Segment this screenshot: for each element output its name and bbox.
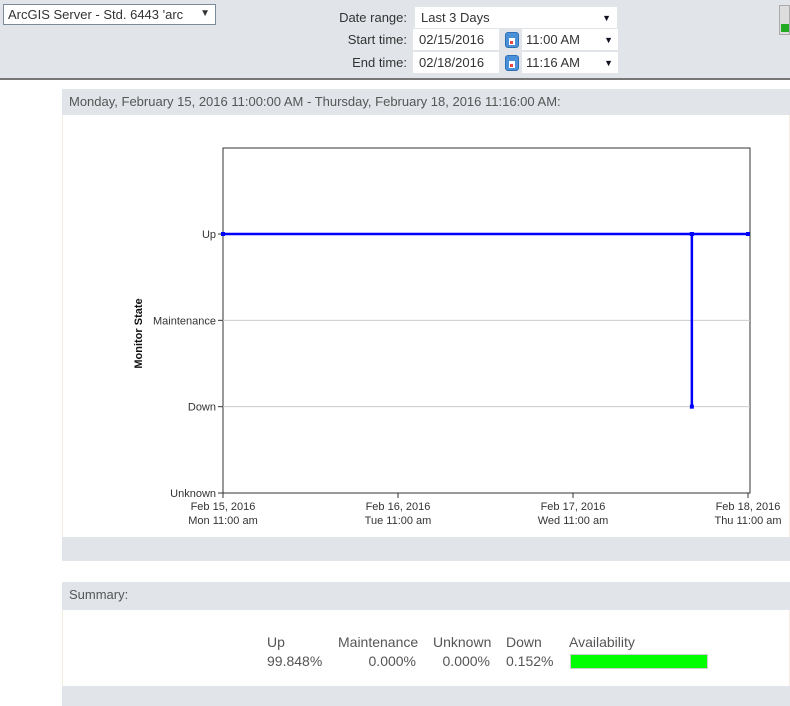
calendar-icon[interactable] (505, 32, 519, 48)
y-axis-label: Monitor State (133, 298, 145, 368)
end-date-input[interactable]: 02/18/2016 (413, 52, 499, 73)
chevron-down-icon: ▼ (200, 8, 210, 19)
start-time-select[interactable]: 11:00 AM ▼ (522, 29, 618, 50)
end-time-select[interactable]: 11:16 AM ▼ (522, 52, 618, 73)
summary-col-down: Down (506, 634, 542, 650)
chevron-down-icon: ▼ (602, 13, 611, 23)
availability-bar-fill (570, 654, 708, 669)
x-tick-label: Feb 15, 2016 (191, 501, 256, 513)
data-point (689, 404, 694, 409)
start-time-value: 11:00 AM (526, 32, 580, 47)
calendar-icon[interactable] (505, 55, 519, 71)
x-tick-label: Feb 18, 2016 (716, 501, 781, 513)
summary-value-maintenance: 0.000% (368, 653, 416, 669)
chart-panel-footer (62, 537, 790, 561)
monitor-select[interactable]: ArcGIS Server - Std. 6443 'arc ▼ (3, 4, 216, 25)
summary-body: Up Maintenance Unknown Down Availability… (62, 610, 790, 686)
summary-col-up: Up (267, 634, 285, 650)
availability-bar (570, 654, 708, 669)
data-point (746, 232, 750, 236)
y-tick-label: Unknown (170, 488, 216, 500)
chart-panel-header: Monday, February 15, 2016 11:00:00 AM - … (62, 89, 790, 115)
chart-panel: Monday, February 15, 2016 11:00:00 AM - … (62, 89, 790, 561)
monitor-state-chart: Unknown Down Maintenance Up Monitor State Feb… (133, 147, 782, 527)
x-tick-label: Thu 11:00 am (714, 515, 781, 527)
y-tick-label: Maintenance (153, 315, 216, 327)
summary-col-availability: Availability (569, 634, 635, 650)
start-time-label: Start time: (347, 32, 407, 47)
y-tick-label: Up (202, 229, 216, 241)
summary-col-maintenance: Maintenance (338, 634, 419, 650)
x-tick-label: Feb 16, 2016 (366, 501, 431, 513)
summary-col-unknown: Unknown (433, 634, 492, 650)
summary-value-unknown: 0.000% (442, 653, 490, 669)
x-tick-label: Feb 17, 2016 (541, 501, 606, 513)
summary-header: Summary: (62, 582, 790, 610)
start-date-input[interactable]: 02/15/2016 (413, 29, 499, 50)
chart-area: Unknown Down Maintenance Up Monitor State Feb… (62, 115, 790, 537)
summary-value-up: 99.848% (267, 653, 323, 669)
chevron-down-icon: ▼ (604, 58, 613, 68)
summary-panel: Summary: Up Maintenance Unknown Down Ava… (62, 582, 790, 706)
monitor-select-value: ArcGIS Server - Std. 6443 'arc (8, 7, 184, 22)
date-range-label: Date range: (339, 10, 407, 25)
data-point (221, 232, 225, 236)
toolbar: ArcGIS Server - Std. 6443 'arc ▼ Date ran… (0, 0, 790, 80)
summary-footer (62, 686, 790, 706)
export-icon[interactable] (779, 5, 790, 35)
date-range-value: Last 3 Days (421, 10, 490, 25)
y-tick-label: Down (188, 402, 216, 414)
date-range-select[interactable]: Last 3 Days ▼ (415, 7, 617, 28)
end-time-label: End time: (352, 55, 407, 70)
data-point (689, 232, 694, 236)
x-tick-label: Tue 11:00 am (365, 515, 432, 527)
summary-value-down: 0.152% (506, 653, 554, 669)
end-time-value: 11:16 AM (526, 55, 580, 70)
chevron-down-icon: ▼ (604, 35, 613, 45)
x-tick-label: Wed 11:00 am (538, 515, 609, 527)
x-tick-label: Mon 11:00 am (188, 515, 258, 527)
